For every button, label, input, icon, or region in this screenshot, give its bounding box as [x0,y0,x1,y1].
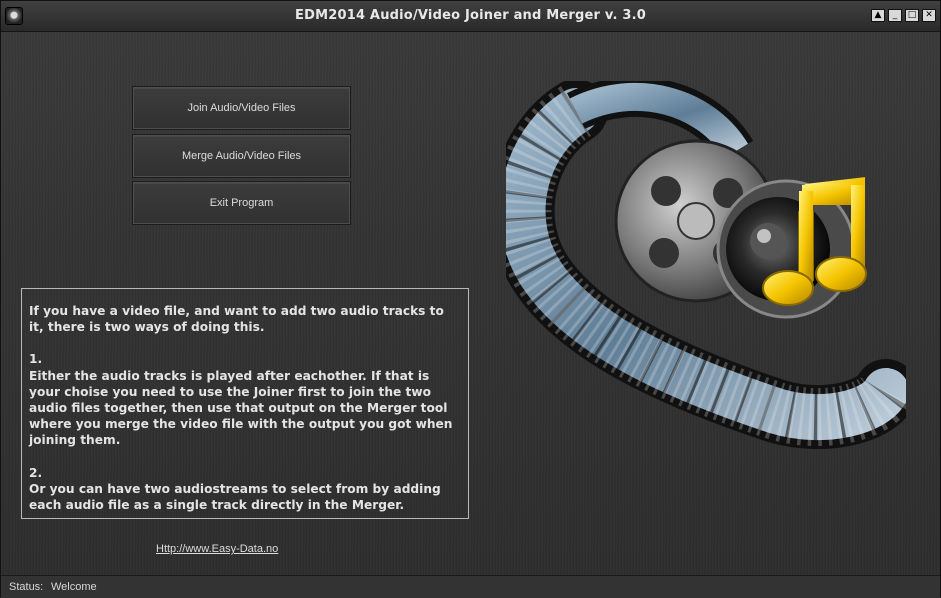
minimize-button[interactable]: _ [888,9,902,22]
title-bar[interactable]: EDM2014 Audio/Video Joiner and Merger v.… [1,1,940,32]
join-files-button[interactable]: Join Audio/Video Files [133,87,350,129]
window-controls: ▲ _ □ ✕ [871,9,936,22]
window-title: EDM2014 Audio/Video Joiner and Merger v.… [295,8,646,23]
info-option-2: 2. Or you can have two audiostreams to se… [29,465,461,514]
option-1-number: 1. [29,352,43,367]
website-link[interactable]: Http://www.Easy-Data.no [156,543,278,555]
main-window: EDM2014 Audio/Video Joiner and Merger v.… [0,0,941,598]
film-reel-icon [506,81,906,450]
help-button[interactable]: ▲ [871,9,885,22]
status-label: Status: [9,581,44,593]
close-button[interactable]: ✕ [922,9,936,22]
status-text: Welcome [51,581,97,593]
option-2-number: 2. [29,465,43,480]
maximize-button[interactable]: □ [905,9,919,22]
info-panel: If you have a video file, and want to ad… [21,288,469,519]
info-option-1: 1. Either the audio tracks is played afte… [29,351,461,448]
merge-files-button[interactable]: Merge Audio/Video Files [133,135,350,177]
exit-program-button[interactable]: Exit Program [133,182,350,224]
option-1-text: Either the audio tracks is played after … [29,368,453,448]
status-bar: Status: Welcome [1,575,940,598]
option-2-text: Or you can have two audiostreams to sele… [29,481,441,513]
info-intro: If you have a video file, and want to ad… [29,304,444,335]
